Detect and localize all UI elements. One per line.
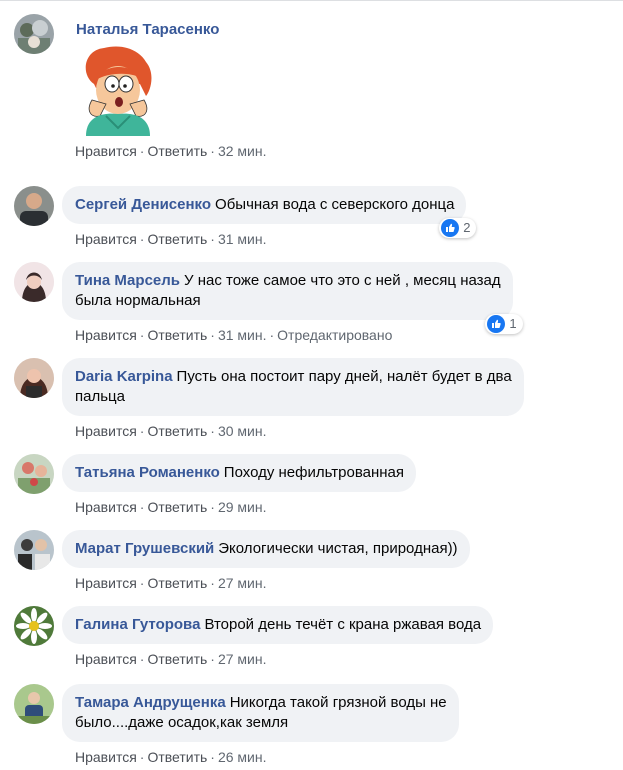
like-button[interactable]: Нравится [75,575,137,591]
reply-button[interactable]: Ответить [147,749,207,765]
comment-author[interactable]: Сергей Денисенко [75,196,211,213]
comment-author[interactable]: Тамара Андрущенка [75,694,226,711]
separator: · [139,499,145,515]
comment-text: Второй день течёт с крана ржавая вода [204,616,482,633]
comment-author[interactable]: Daria Karpina [75,368,173,385]
reaction-count[interactable]: 1 [485,314,523,334]
avatar[interactable] [14,684,54,724]
thumbs-up-icon [487,315,506,333]
separator: · [210,143,215,159]
reply-button[interactable]: Ответить [147,651,207,667]
reply-button[interactable]: Ответить [147,423,207,439]
separator: · [139,749,145,765]
comment-bubble: Галина Гуторова Второй день течёт с крана… [62,606,494,644]
comment-time[interactable]: 32 мин. [218,143,267,159]
avatar[interactable] [14,186,54,226]
like-button[interactable]: Нравится [75,143,137,159]
separator: · [139,575,145,591]
cartoon-woman-sticker [76,44,158,136]
comment-author[interactable]: Галина Гуторова [75,616,200,633]
reply-button[interactable]: Ответить [147,575,207,591]
comment-author[interactable]: Наталья Тарасенко [76,21,219,38]
reply-button[interactable]: Ответить [147,327,207,343]
separator: · [210,231,215,247]
avatar[interactable] [14,358,54,398]
reaction-count[interactable]: 2 [439,218,477,238]
avatar[interactable] [14,530,54,570]
comment-time[interactable]: 27 мин. [218,651,267,667]
like-button[interactable]: Нравится [75,499,137,515]
comment-time[interactable]: 31 мин. [218,327,267,343]
comment-actions: Нравится · Ответить · 31 мин. · Отредактирован… [62,327,513,343]
comment-actions: Нравится · Ответить · 27 мин. [62,651,493,667]
comment-bubble: Марат Грушевский Экологически чистая, при… [62,530,470,568]
reply-button[interactable]: Ответить [147,143,207,159]
comment-text: Обычная вода с северского донца [215,196,455,213]
thumbs-up-icon [441,219,460,237]
comment-actions: Нравится · Ответить · 32 мин. [62,143,267,159]
comment-actions: Нравится · Ответить · 26 мин. [62,749,459,765]
avatar[interactable] [14,14,54,54]
separator: · [210,423,215,439]
comment-actions: Нравится · Ответить · 29 мин. [62,499,416,515]
comment-bubble: Тамара Андрущенка Никогда такой грязной в… [62,684,459,742]
like-button[interactable]: Нравится [75,651,137,667]
avatar[interactable] [14,454,54,494]
comment-bubble: Татьяна Романенко Походу нефильтрованная [62,454,416,492]
comment-actions: Нравится · Ответить · 27 мин. [62,575,470,591]
separator: · [210,575,215,591]
avatar[interactable] [14,262,54,302]
reaction-count-value: 1 [509,316,517,331]
comment-bubble: Сергей Денисенко Обычная вода с северског… [62,186,477,238]
comment-time[interactable]: 26 мин. [218,749,267,765]
comment-author[interactable]: Тина Марсель [75,272,180,289]
comment-bubble: Тина Марсель У нас тоже самое что это с н… [62,262,523,334]
comment-author[interactable]: Татьяна Романенко [75,464,220,481]
like-button[interactable]: Нравится [75,231,137,247]
reply-button[interactable]: Ответить [147,231,207,247]
separator: · [210,651,215,667]
separator: · [269,327,275,343]
edited-label[interactable]: Отредактировано [277,327,392,343]
like-button[interactable]: Нравится [75,423,137,439]
reaction-count-value: 2 [463,220,471,235]
separator: · [210,327,215,343]
like-button[interactable]: Нравится [75,327,137,343]
comment-text: Экологически чистая, природная)) [218,540,458,557]
comment-time[interactable]: 29 мин. [218,499,267,515]
separator: · [210,749,215,765]
comment-time[interactable]: 27 мин. [218,575,267,591]
like-button[interactable]: Нравится [75,749,137,765]
separator: · [139,143,145,159]
separator: · [139,231,145,247]
comment-bubble: Daria Karpina Пусть она постоит пару дней… [62,358,524,416]
comment-time[interactable]: 30 мин. [218,423,267,439]
avatar[interactable] [14,606,54,646]
comment-actions: Нравится · Ответить · 30 мин. [62,423,524,439]
separator: · [139,423,145,439]
separator: · [139,327,145,343]
comment-time[interactable]: 31 мин. [218,231,267,247]
top-divider [0,0,623,1]
comment-author[interactable]: Марат Грушевский [75,540,214,557]
separator: · [210,499,215,515]
reply-button[interactable]: Ответить [147,499,207,515]
comment-text: Походу нефильтрованная [223,464,404,481]
comment-actions: Нравится · Ответить · 31 мин. [62,231,466,247]
separator: · [139,651,145,667]
